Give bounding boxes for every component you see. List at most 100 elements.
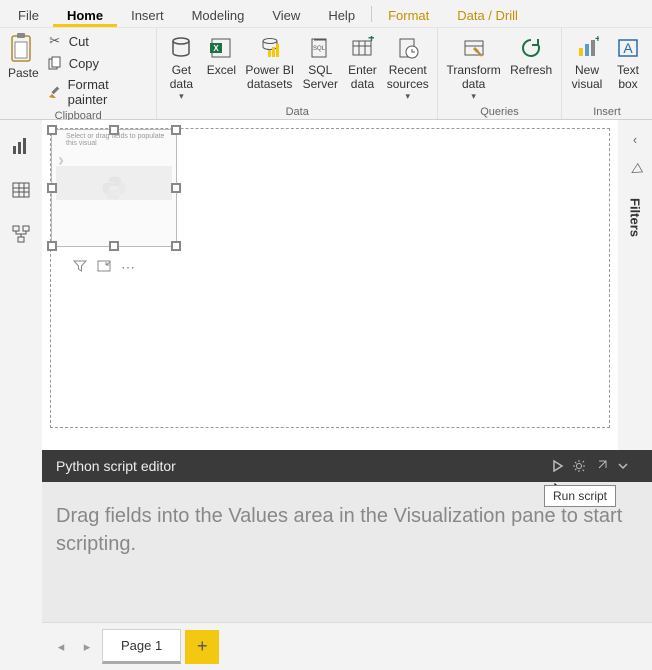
page-tab-1[interactable]: Page 1 [102, 629, 181, 664]
pbi-datasets-label: Power BI datasets [245, 64, 294, 92]
model-icon [11, 224, 31, 244]
add-page-button[interactable]: + [185, 630, 219, 664]
collapse-chevron-left-icon[interactable]: ‹ [633, 132, 637, 147]
plus-icon: + [197, 636, 208, 657]
enter-data-button[interactable]: + Enter data [342, 30, 382, 92]
svg-text:+: + [595, 36, 599, 45]
menu-home[interactable]: Home [53, 2, 117, 27]
menu-format[interactable]: Format [374, 2, 443, 27]
scissors-icon: ✂ [47, 33, 63, 49]
sql-icon: SQL [306, 34, 334, 62]
report-view-button[interactable] [9, 134, 33, 158]
paste-button[interactable]: Paste [4, 30, 41, 80]
filters-pane-icon[interactable]: ◁ [626, 159, 644, 179]
svg-text:+: + [368, 36, 374, 45]
resize-handle[interactable] [47, 183, 57, 193]
excel-icon: X [207, 34, 235, 62]
chevron-down-icon [616, 459, 630, 473]
left-view-rail [0, 120, 42, 670]
text-box-label: Text box [617, 64, 639, 92]
resize-handle[interactable] [171, 183, 181, 193]
focus-mode-icon[interactable] [97, 259, 111, 276]
ribbon-group-queries: Transform data ▾ Refresh Queries [438, 28, 562, 119]
resize-handle[interactable] [47, 125, 57, 135]
enter-data-label: Enter data [348, 64, 377, 92]
menubar: File Home Insert Modeling View Help Form… [0, 0, 652, 28]
filters-pane-label[interactable]: Filters [628, 198, 643, 237]
copy-button[interactable]: Copy [45, 54, 149, 72]
python-visual-selected[interactable]: Select or drag fields to populate this v… [51, 129, 177, 247]
transform-data-button[interactable]: Transform data ▾ [442, 30, 505, 101]
page-next-button[interactable]: ▸ [76, 639, 98, 655]
svg-text:A: A [623, 40, 633, 56]
editor-title: Python script editor [56, 458, 550, 474]
filter-icon[interactable] [73, 259, 87, 276]
resize-handle[interactable] [109, 241, 119, 251]
chevron-down-icon: ▾ [471, 92, 476, 101]
paintbrush-icon [47, 84, 62, 100]
page-tab-strip: ◂ ▸ Page 1 + [42, 622, 652, 670]
menu-help[interactable]: Help [314, 2, 369, 27]
menu-insert[interactable]: Insert [117, 2, 178, 27]
new-visual-button[interactable]: + New visual [566, 30, 608, 92]
data-group-label: Data [161, 106, 433, 119]
resize-handle[interactable] [109, 125, 119, 135]
more-options-icon[interactable]: ⋯ [121, 259, 135, 276]
excel-label: Excel [207, 64, 236, 78]
menu-view[interactable]: View [258, 2, 314, 27]
play-icon [550, 459, 564, 473]
recent-icon [394, 34, 422, 62]
menu-modeling[interactable]: Modeling [178, 2, 259, 27]
visual-placeholder-text: Select or drag fields to populate this v… [66, 133, 172, 147]
text-box-button[interactable]: A Text box [608, 30, 648, 92]
python-logo-icon [100, 174, 128, 202]
refresh-label: Refresh [510, 64, 552, 78]
visual-header-toolbar: ⋯ [73, 259, 135, 276]
cut-label: Cut [69, 34, 89, 49]
paste-label: Paste [8, 66, 39, 80]
collapse-editor-button[interactable] [616, 459, 638, 473]
recent-sources-button[interactable]: Recent sources ▾ [382, 30, 433, 101]
ribbon-group-data: Get data ▾ X Excel Power BI datasets SQL… [157, 28, 438, 119]
resize-handle[interactable] [171, 125, 181, 135]
menu-file[interactable]: File [4, 2, 53, 27]
pbi-datasets-button[interactable]: Power BI datasets [241, 30, 298, 92]
transform-icon [460, 34, 488, 62]
chevron-down-icon: ▾ [179, 92, 184, 101]
refresh-button[interactable]: Refresh [505, 30, 557, 78]
clipboard-icon [8, 32, 38, 66]
run-script-button[interactable]: Run script [550, 459, 572, 473]
queries-group-label: Queries [442, 106, 557, 119]
copy-label: Copy [69, 56, 99, 71]
menu-data-drill[interactable]: Data / Drill [443, 2, 532, 27]
refresh-icon [517, 34, 545, 62]
popout-button[interactable] [594, 459, 616, 473]
script-options-button[interactable] [572, 459, 594, 473]
new-visual-icon: + [573, 34, 601, 62]
pbi-datasets-icon [256, 34, 284, 62]
enter-data-icon: + [348, 34, 376, 62]
svg-text:SQL: SQL [313, 46, 326, 52]
page-prev-button[interactable]: ◂ [50, 639, 72, 655]
get-data-button[interactable]: Get data ▾ [161, 30, 201, 101]
table-icon [11, 180, 31, 200]
ribbon-group-insert: + New visual A Text box Insert [562, 28, 652, 119]
data-view-button[interactable] [9, 178, 33, 202]
cut-button[interactable]: ✂ Cut [45, 32, 149, 50]
model-view-button[interactable] [9, 222, 33, 246]
sql-server-button[interactable]: SQL SQL Server [298, 30, 342, 92]
canvas-page[interactable]: Select or drag fields to populate this v… [50, 128, 610, 428]
ribbon-group-clipboard: Paste ✂ Cut Copy Format painter [0, 28, 157, 119]
popout-icon [594, 459, 608, 473]
resize-handle[interactable] [171, 241, 181, 251]
run-script-tooltip: Run script [544, 485, 616, 507]
format-painter-label: Format painter [68, 77, 147, 107]
sql-label: SQL Server [303, 64, 338, 92]
new-visual-label: New visual [572, 64, 603, 92]
copy-icon [47, 55, 63, 71]
editor-header: Python script editor Run script [42, 450, 652, 482]
chevron-down-icon: ▾ [405, 92, 410, 101]
resize-handle[interactable] [47, 241, 57, 251]
excel-button[interactable]: X Excel [201, 30, 241, 78]
format-painter-button[interactable]: Format painter [45, 76, 149, 108]
